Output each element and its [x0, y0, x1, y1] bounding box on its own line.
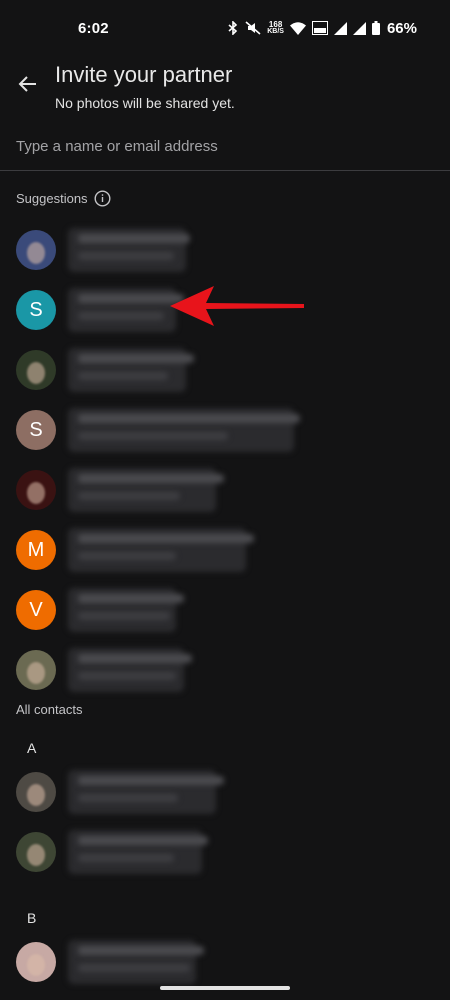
wifi-icon: [289, 21, 306, 35]
redacted-contact-email: [78, 552, 176, 560]
contact-row[interactable]: V: [0, 580, 450, 640]
contact-row[interactable]: [0, 640, 450, 700]
network-speed-indicator: 168 KB/S: [267, 20, 284, 36]
all-contacts-label: All contacts: [16, 702, 83, 717]
redacted-contact-email: [78, 312, 164, 320]
volte-icon: [311, 21, 328, 35]
redacted-contact-email: [78, 672, 176, 680]
avatar-photo: [16, 650, 56, 690]
contact-row[interactable]: M: [0, 520, 450, 580]
avatar-letter: S: [29, 298, 43, 321]
contact-row[interactable]: [0, 340, 450, 400]
contact-row[interactable]: [0, 460, 450, 520]
redacted-contact-name: [78, 474, 224, 483]
avatar-face-shape: [27, 242, 45, 264]
contact-row[interactable]: S: [0, 400, 450, 460]
redacted-contact-email: [78, 372, 168, 380]
avatar-photo: [16, 470, 56, 510]
page-title: Invite your partner: [55, 62, 233, 87]
status-icons: 168 KB/S 66%: [227, 20, 417, 37]
avatar-letter: M: [27, 538, 45, 561]
contact-row[interactable]: [0, 762, 450, 822]
avatar-letter: V: [29, 598, 43, 621]
redacted-contact-email: [78, 964, 190, 972]
avatar-face-shape: [27, 482, 45, 504]
redacted-contact-email: [78, 432, 228, 440]
info-icon[interactable]: [94, 190, 111, 207]
contacts-letter-header: A: [27, 740, 37, 756]
suggestions-section-label: Suggestions: [16, 190, 111, 207]
page-subtitle: No photos will be shared yet.: [55, 95, 235, 111]
back-arrow-icon: [18, 76, 36, 92]
back-button[interactable]: [8, 64, 48, 104]
redacted-contact-email: [78, 612, 170, 620]
avatar-face-shape: [27, 844, 45, 866]
bluetooth-icon: [228, 21, 238, 35]
avatar-photo: [16, 350, 56, 390]
redacted-contact-name: [78, 534, 254, 543]
avatar-initial: S: [16, 410, 56, 450]
contact-row[interactable]: [0, 822, 450, 882]
search-input[interactable]: [16, 126, 434, 166]
avatar-photo: [16, 832, 56, 872]
network-speed-value: 168: [268, 20, 283, 29]
avatar-initial: M: [16, 530, 56, 570]
avatar-face-shape: [27, 362, 45, 384]
status-time: 6:02: [78, 19, 109, 37]
avatar-initial: V: [16, 590, 56, 630]
mute-icon: [245, 21, 261, 35]
avatar-face-shape: [27, 954, 45, 976]
network-speed-unit: KB/S: [267, 28, 284, 35]
battery-percent: 66%: [386, 19, 417, 37]
redacted-contact-email: [78, 794, 178, 802]
redacted-contact-name: [78, 234, 190, 243]
redacted-contact-email: [78, 854, 174, 862]
contact-row[interactable]: [0, 220, 450, 280]
redacted-contact-name: [78, 776, 224, 785]
signal-icon-2: [352, 21, 366, 35]
redacted-contact-email: [78, 492, 180, 500]
app-header: Invite your partner No photos will be sh…: [0, 56, 450, 116]
avatar-face-shape: [27, 662, 45, 684]
avatar-photo: [16, 772, 56, 812]
redacted-contact-name: [78, 414, 300, 423]
avatar-initial: S: [16, 290, 56, 330]
contact-row[interactable]: [0, 932, 450, 992]
all-contacts-section-label: All contacts: [16, 702, 82, 717]
signal-icon-1: [333, 21, 347, 35]
avatar-photo: [16, 942, 56, 982]
status-bar: 6:02 168 KB/S 66%: [0, 0, 450, 56]
annotation-arrow-icon: [170, 286, 304, 326]
redacted-contact-name: [78, 836, 208, 845]
suggestions-label: Suggestions: [16, 191, 88, 206]
redacted-contact-name: [78, 594, 184, 603]
redacted-contact-email: [78, 252, 174, 260]
home-indicator[interactable]: [160, 986, 290, 990]
avatar-photo: [16, 230, 56, 270]
avatar-letter: S: [29, 418, 43, 441]
avatar-face-shape: [27, 784, 45, 806]
battery-icon: [371, 21, 380, 35]
divider: [0, 170, 450, 171]
redacted-contact-name: [78, 946, 204, 955]
redacted-contact-name: [78, 294, 184, 303]
contacts-letter-header: B: [27, 910, 37, 926]
redacted-contact-name: [78, 354, 194, 363]
redacted-contact-name: [78, 654, 192, 663]
